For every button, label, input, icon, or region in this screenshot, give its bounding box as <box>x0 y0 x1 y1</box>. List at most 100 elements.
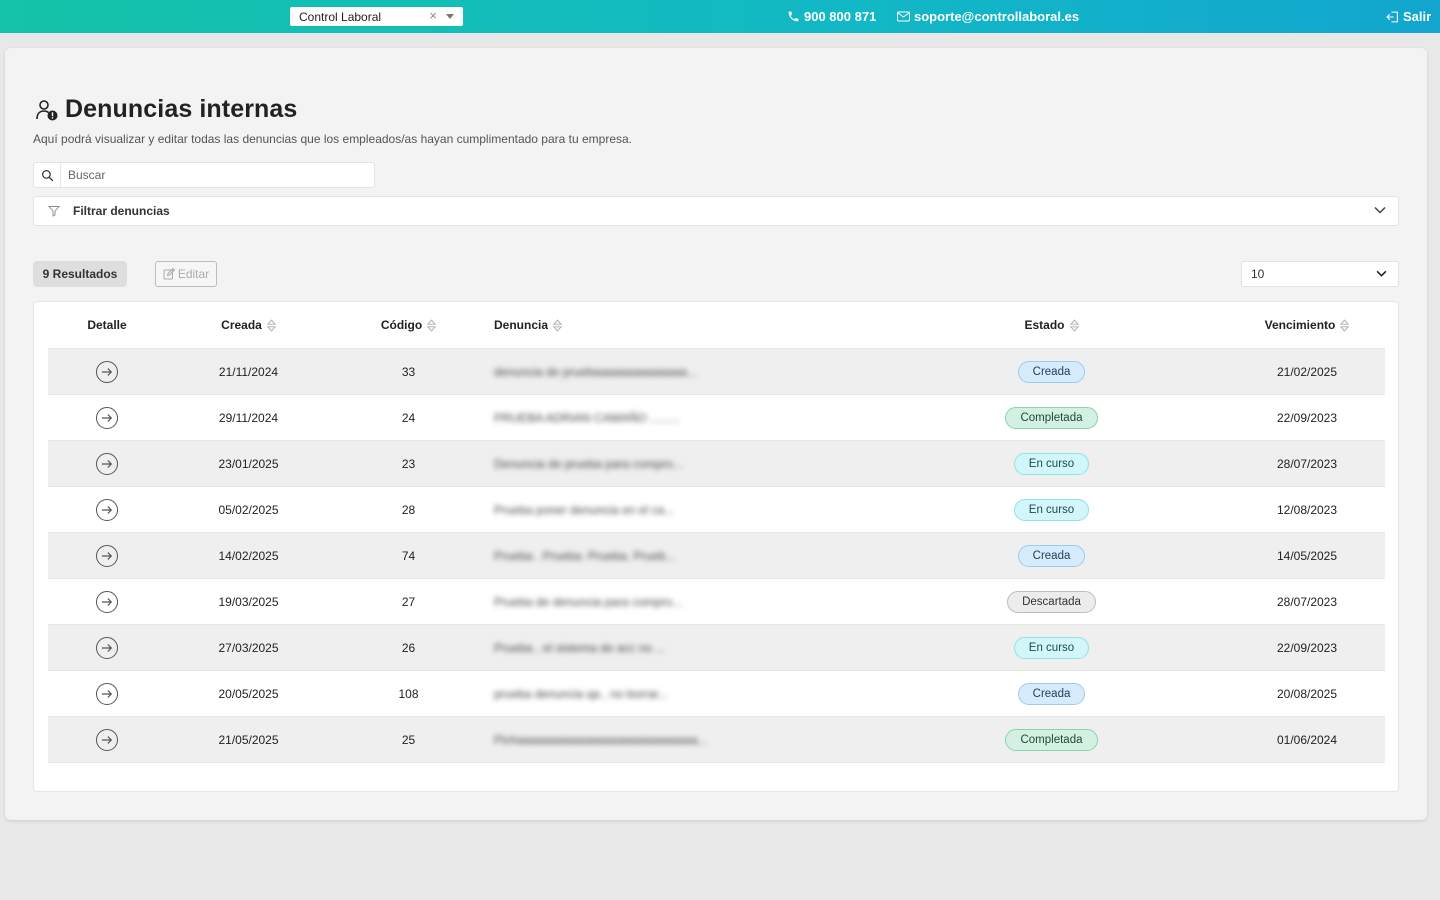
complaint-code: 26 <box>401 640 416 655</box>
top-bar: Control Laboral × 900 800 871 soporte@co… <box>0 0 1440 33</box>
complaint-code: 33 <box>401 364 416 379</box>
created-date: 27/03/2025 <box>218 640 279 655</box>
col-creada-label: Creada <box>221 318 262 332</box>
due-date: 01/06/2024 <box>1276 732 1338 747</box>
chevron-down-icon[interactable] <box>446 14 454 19</box>
page-size-value: 10 <box>1251 267 1265 281</box>
filter-accordion[interactable]: Filtrar denuncias <box>33 196 1399 226</box>
created-date: 14/02/2025 <box>218 548 279 563</box>
phone-number: 900 800 871 <box>804 9 877 24</box>
col-creada[interactable]: Creada <box>166 318 331 332</box>
status-badge: Descartada <box>1007 590 1096 613</box>
sort-icon[interactable] <box>553 318 563 332</box>
complaint-text-value: Prueba , el sistema de acc no ... <box>494 640 666 655</box>
sort-icon[interactable] <box>266 318 276 332</box>
col-vencimiento-label: Vencimiento <box>1264 318 1336 332</box>
arrow-right-circle-icon[interactable] <box>96 682 118 705</box>
col-denuncia[interactable]: Denuncia <box>486 318 874 332</box>
table-row: 23/01/2025 23 Denuncia de prueba para co… <box>48 441 1385 487</box>
due-date: 28/07/2023 <box>1276 456 1338 471</box>
complaint-code: 108 <box>398 686 419 701</box>
created-date: 21/05/2025 <box>218 732 279 747</box>
page-size-select[interactable]: 10 <box>1241 261 1399 287</box>
sort-icon[interactable] <box>1069 318 1079 332</box>
status-cell: Completada <box>874 728 1229 751</box>
status-badge: Creada <box>1017 682 1086 705</box>
search-input[interactable] <box>61 168 374 182</box>
detail-cell <box>48 682 166 705</box>
detail-cell <box>48 498 166 521</box>
table-row: 19/03/2025 27 Prueba de denuncia para co… <box>48 579 1385 625</box>
detail-cell <box>48 728 166 751</box>
support-email: soporte@controllaboral.es <box>914 9 1080 24</box>
detail-cell <box>48 590 166 613</box>
table-row: 29/11/2024 24 PRUEBA ADRIAN CAMAÑO .....… <box>48 395 1385 441</box>
logout-icon <box>1386 11 1398 22</box>
table-row: 14/02/2025 74 Prueba . Prueba. Prueba. P… <box>48 533 1385 579</box>
col-codigo-label: Código <box>380 318 423 332</box>
complaint-text: Prueba de denuncia para compro... <box>486 595 874 609</box>
arrow-right-circle-icon[interactable] <box>96 498 118 521</box>
page-header: Denuncias internas <box>35 95 297 124</box>
detail-cell <box>48 406 166 429</box>
due-date: 20/08/2025 <box>1276 686 1338 701</box>
arrow-right-circle-icon[interactable] <box>96 728 118 751</box>
complaint-text-value: Pichaaaaaaaaaaaaaaaaaaaaaaaaaaa... <box>494 732 708 747</box>
complaint-text: Denuncia de prueba para compro... <box>486 457 874 471</box>
sort-icon[interactable] <box>427 318 437 332</box>
phone-link[interactable]: 900 800 871 <box>787 9 876 24</box>
arrow-right-circle-icon[interactable] <box>96 452 118 475</box>
email-link[interactable]: soporte@controllaboral.es <box>897 9 1079 24</box>
col-detalle: Detalle <box>48 318 166 332</box>
status-badge: Creada <box>1017 544 1086 567</box>
arrow-right-circle-icon[interactable] <box>96 590 118 613</box>
status-badge: En curso <box>1013 636 1090 659</box>
complaint-text: Prueba poner denuncia en el ca... <box>486 503 874 517</box>
search-box[interactable] <box>33 162 375 188</box>
clear-icon[interactable]: × <box>429 8 437 23</box>
col-estado-label: Estado <box>1024 318 1065 332</box>
created-date: 05/02/2025 <box>218 502 279 517</box>
page-subtitle: Aquí podrá visualizar y editar todas las… <box>33 132 633 146</box>
col-codigo[interactable]: Código <box>331 318 486 332</box>
edit-button[interactable]: Editar <box>155 261 217 287</box>
complaint-text: prueba denuncia qa , no borrar... <box>486 687 874 701</box>
chevron-down-icon <box>1376 270 1387 277</box>
due-date: 28/07/2023 <box>1276 594 1338 609</box>
page-title: Denuncias internas <box>65 95 298 123</box>
complaint-text: Pichaaaaaaaaaaaaaaaaaaaaaaaaaaa... <box>486 733 874 747</box>
complaint-code: 28 <box>401 502 416 517</box>
user-alert-icon <box>36 99 58 120</box>
complaint-code: 25 <box>401 732 416 747</box>
complaint-text-value: Prueba poner denuncia en el ca... <box>494 502 675 517</box>
detail-cell <box>48 544 166 567</box>
phone-icon <box>788 11 799 22</box>
created-date: 23/01/2025 <box>218 456 279 471</box>
sort-icon[interactable] <box>1340 318 1350 332</box>
table-row: 21/05/2025 25 Pichaaaaaaaaaaaaaaaaaaaaaa… <box>48 717 1385 763</box>
logout-button[interactable]: Salir <box>1386 9 1431 24</box>
arrow-right-circle-icon[interactable] <box>96 544 118 567</box>
col-detalle-label: Detalle <box>87 318 127 332</box>
status-cell: En curso <box>874 452 1229 475</box>
arrow-right-circle-icon[interactable] <box>96 636 118 659</box>
complaint-code: 23 <box>401 456 416 471</box>
table-row: 05/02/2025 28 Prueba poner denuncia en e… <box>48 487 1385 533</box>
complaint-text-value: prueba denuncia qa , no borrar... <box>494 686 669 701</box>
col-vencimiento[interactable]: Vencimiento <box>1229 318 1385 332</box>
table-body: 21/11/2024 33 denuncia de pruebaaaaaaaaa… <box>48 349 1385 763</box>
status-cell: Creada <box>874 544 1229 567</box>
complaint-text-value: Prueba . Prueba. Prueba. Prueb... <box>494 548 676 563</box>
arrow-right-circle-icon[interactable] <box>96 360 118 383</box>
company-select-value: Control Laboral <box>299 9 382 24</box>
due-date: 22/09/2023 <box>1276 640 1338 655</box>
detail-cell <box>48 452 166 475</box>
company-select[interactable]: Control Laboral × <box>290 7 463 26</box>
complaint-text-value: Denuncia de prueba para compro... <box>494 456 683 471</box>
status-cell: En curso <box>874 636 1229 659</box>
search-icon-box <box>34 163 61 187</box>
table-row: 20/05/2025 108 prueba denuncia qa , no b… <box>48 671 1385 717</box>
col-estado[interactable]: Estado <box>874 318 1229 332</box>
chevron-down-icon[interactable] <box>1374 206 1386 214</box>
arrow-right-circle-icon[interactable] <box>96 406 118 429</box>
